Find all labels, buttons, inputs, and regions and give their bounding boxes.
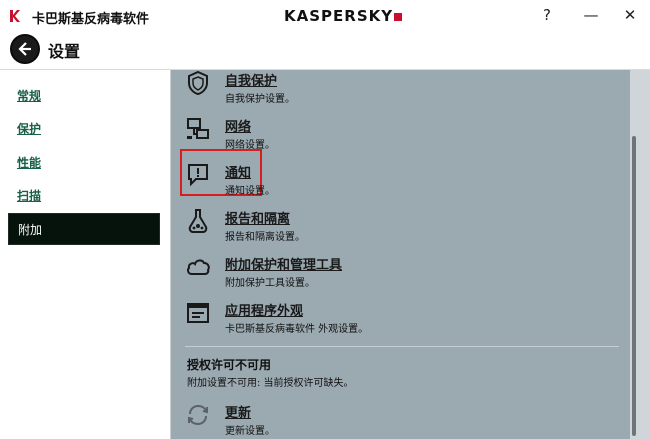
sidebar-item-additional[interactable]: 附加 [8,213,160,245]
kaspersky-logo-icon [8,9,22,23]
shield-icon [188,70,208,96]
setting-description: 通知设置。 [225,186,275,197]
network-icon [187,118,209,139]
page-header: 设置 [0,32,650,70]
setting-self-protection[interactable]: 自我保护 自我保护设置。 [185,70,615,112]
setting-notifications[interactable]: 通知 通知设置。 [185,162,615,204]
sidebar-item-protection[interactable]: 保护 [8,113,160,145]
setting-description: 报告和隔离设置。 [225,232,305,243]
back-button[interactable] [10,34,40,64]
settings-panel: 自我保护 自我保护设置。 网络 网络设置。 通知 通知设置。 报告和隔离 报告和… [171,70,650,439]
setting-title[interactable]: 自我保护 [225,70,277,89]
app-window-icon [187,303,209,323]
setting-title[interactable]: 应用程序外观 [225,300,303,319]
kaspersky-brand-logo: KASPERSKY [284,7,403,25]
page-title: 设置 [48,42,81,61]
help-button[interactable]: ? [533,6,561,24]
setting-update[interactable]: 更新 更新设置。 [185,402,615,439]
setting-title[interactable]: 附加保护和管理工具 [225,254,342,273]
brand-badge [394,12,403,21]
setting-title[interactable]: 更新 [225,402,251,421]
setting-reports-quarantine[interactable]: 报告和隔离 报告和隔离设置。 [185,208,615,250]
scrollbar-thumb[interactable] [632,136,636,436]
app-title: 卡巴斯基反病毒软件 [32,12,150,27]
refresh-icon [188,404,208,426]
minimize-button[interactable]: — [577,6,605,24]
back-arrow-icon [18,42,31,56]
cloud-icon [187,259,210,275]
title-bar: 卡巴斯基反病毒软件 KASPERSKY ? — ✕ [0,0,650,32]
sidebar-item-performance[interactable]: 性能 [8,147,160,179]
setting-title[interactable]: 网络 [225,116,251,135]
license-unavailable-description: 附加设置不可用: 当前授权许可缺失。 [187,378,354,389]
setting-description: 更新设置。 [225,426,275,437]
sidebar: 常规 保护 性能 扫描 附加 [0,70,171,439]
setting-additional-protection[interactable]: 附加保护和管理工具 附加保护工具设置。 [185,254,615,296]
section-divider [185,346,619,347]
quarantine-icon [188,209,208,233]
brand-text: KASPERSKY [284,7,394,25]
close-button[interactable]: ✕ [616,6,644,24]
setting-title[interactable]: 通知 [225,162,251,181]
setting-app-appearance[interactable]: 应用程序外观 卡巴斯基反病毒软件 外观设置。 [185,300,615,342]
sidebar-item-scan[interactable]: 扫描 [8,180,160,212]
setting-description: 附加保护工具设置。 [225,278,315,289]
notification-icon [188,164,208,187]
sidebar-item-general[interactable]: 常规 [8,80,160,112]
setting-description: 卡巴斯基反病毒软件 外观设置。 [225,324,369,335]
setting-description: 自我保护设置。 [225,94,295,105]
license-unavailable-title: 授权许可不可用 [187,358,272,372]
setting-title[interactable]: 报告和隔离 [225,208,290,227]
